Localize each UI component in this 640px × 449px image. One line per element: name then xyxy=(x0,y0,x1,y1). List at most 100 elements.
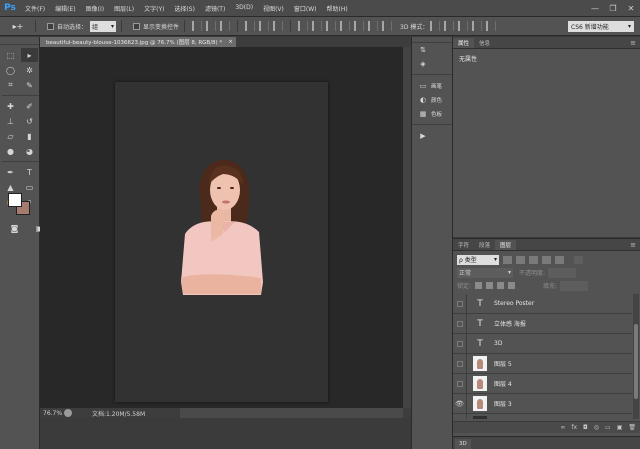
move-tool-preset[interactable]: ▸+ xyxy=(6,19,30,33)
info-icon[interactable] xyxy=(64,409,72,417)
visibility-toggle[interactable] xyxy=(453,313,467,334)
tab-3d[interactable]: 3D xyxy=(455,439,471,449)
tab-paragraph[interactable]: 段落 xyxy=(474,240,495,250)
filter-smart-object-icon[interactable] xyxy=(555,255,564,264)
menu-item[interactable]: 图层(L) xyxy=(109,4,139,13)
visibility-toggle[interactable] xyxy=(453,413,467,419)
horizontal-scrollbar[interactable] xyxy=(180,408,403,418)
crop-tool-icon[interactable]: ⌗ xyxy=(2,78,19,92)
visibility-toggle[interactable] xyxy=(453,333,467,354)
panel-grip[interactable] xyxy=(0,37,39,45)
path-select-icon[interactable]: ▲ xyxy=(2,180,19,194)
dock-item[interactable]: ▶ xyxy=(412,129,452,143)
filter-pixel-icon[interactable] xyxy=(503,255,512,264)
distribute-bottom-icon[interactable] xyxy=(326,21,337,31)
trash-icon[interactable]: 🗑 xyxy=(628,424,636,431)
layer-row[interactable]: T 3D xyxy=(453,333,632,354)
dock-item[interactable]: ⇅ xyxy=(412,43,452,57)
lock-pixels-icon[interactable] xyxy=(486,282,494,289)
document-canvas[interactable] xyxy=(115,82,328,402)
3d-slide-icon[interactable] xyxy=(472,21,483,31)
marquee-tool-icon[interactable]: ⬚ xyxy=(2,48,19,62)
close-icon[interactable]: ✕ xyxy=(626,3,636,13)
scroll-thumb[interactable] xyxy=(634,324,638,399)
close-icon[interactable]: × xyxy=(228,39,233,45)
visibility-toggle[interactable]: 👁 xyxy=(453,393,467,414)
zoom-level[interactable]: 76.7% xyxy=(40,410,64,417)
align-middle-icon[interactable] xyxy=(206,21,217,31)
filter-shape-icon[interactable] xyxy=(542,255,551,264)
adjustment-icon[interactable]: ◎ xyxy=(594,424,599,431)
lock-transparent-icon[interactable] xyxy=(475,282,483,289)
filter-toggle-icon[interactable] xyxy=(574,255,583,264)
type-tool-icon[interactable]: T xyxy=(21,165,38,179)
tab-layers[interactable]: 图层 xyxy=(495,240,517,250)
distribute-top-icon[interactable] xyxy=(298,21,309,31)
layer-row[interactable]: 👁 图层 3 xyxy=(453,393,632,414)
menu-item[interactable]: 滤镜(T) xyxy=(200,4,230,13)
layer-row[interactable]: T Stereo Poster xyxy=(453,294,632,314)
align-top-icon[interactable] xyxy=(192,21,203,31)
align-center-icon[interactable] xyxy=(259,21,270,31)
distribute-right-icon[interactable] xyxy=(368,21,379,31)
align-right-icon[interactable] xyxy=(273,21,284,31)
menu-item[interactable]: 视图(V) xyxy=(258,4,289,13)
3d-rotate-icon[interactable] xyxy=(430,21,441,31)
magic-wand-icon[interactable]: ✲ xyxy=(21,63,38,77)
visibility-toggle[interactable] xyxy=(453,373,467,394)
healing-brush-icon[interactable]: ✚ xyxy=(2,99,19,113)
menu-item[interactable]: 文字(Y) xyxy=(139,4,169,13)
3d-roll-icon[interactable] xyxy=(444,21,455,31)
lasso-tool-icon[interactable]: ◯ xyxy=(2,63,19,77)
eraser-tool-icon[interactable]: ▱ xyxy=(2,129,19,143)
panel-menu-icon[interactable]: ≡ xyxy=(630,241,636,249)
dock-item[interactable]: ◐ 颜色 xyxy=(412,93,452,107)
distribute-middle-icon[interactable] xyxy=(312,21,323,31)
gradient-tool-icon[interactable]: ▮ xyxy=(21,129,38,143)
brush-tool-icon[interactable]: ✐ xyxy=(21,99,38,113)
history-brush-icon[interactable]: ↺ xyxy=(21,114,38,128)
menu-item[interactable]: 帮助(H) xyxy=(322,4,353,13)
fx-icon[interactable]: fx xyxy=(571,424,577,431)
workspace-dropdown[interactable]: CS6 新增功能 ▾ xyxy=(568,21,634,32)
distribute-center-icon[interactable] xyxy=(354,21,365,31)
auto-align-icon[interactable] xyxy=(382,21,393,31)
align-left-icon[interactable] xyxy=(245,21,256,31)
restore-icon[interactable]: ❐ xyxy=(608,3,618,13)
eyedropper-icon[interactable]: ✎ xyxy=(21,78,38,92)
show-transform-checkbox[interactable] xyxy=(133,22,141,30)
distribute-left-icon[interactable] xyxy=(340,21,351,31)
mask-icon[interactable]: ◘ xyxy=(583,424,588,431)
visibility-toggle[interactable] xyxy=(453,353,467,374)
dodge-tool-icon[interactable]: ◕ xyxy=(21,144,38,158)
menu-item[interactable]: 窗口(W) xyxy=(289,4,322,13)
tab-info[interactable]: 信息 xyxy=(474,38,495,48)
lock-position-icon[interactable] xyxy=(497,282,505,289)
layers-scrollbar[interactable] xyxy=(633,294,639,419)
fill-input[interactable] xyxy=(560,280,589,291)
layer-row[interactable]: T 立体感 海报 xyxy=(453,313,632,334)
clone-stamp-icon[interactable]: ⊥ xyxy=(2,114,19,128)
lock-all-icon[interactable] xyxy=(508,282,516,289)
tab-character[interactable]: 字符 xyxy=(453,240,474,250)
dock-item[interactable]: ◈ xyxy=(412,57,452,71)
tab-properties[interactable]: 属性 xyxy=(453,38,475,48)
quick-mask-icon[interactable]: ◙ xyxy=(6,221,23,235)
layer-row[interactable]: 图层 2 xyxy=(453,413,632,419)
layer-row[interactable]: 图层 4 xyxy=(453,373,632,394)
menu-item[interactable]: 选择(S) xyxy=(169,4,200,13)
menu-item[interactable]: 编辑(E) xyxy=(50,4,80,13)
move-tool-icon[interactable]: ▸ xyxy=(21,48,38,62)
layer-filter-dropdown[interactable]: ρ 类型 ▾ xyxy=(457,254,499,265)
menu-item[interactable]: 文件(F) xyxy=(20,4,50,13)
panel-menu-icon[interactable]: ≡ xyxy=(630,39,636,47)
menu-item[interactable]: 3D(D) xyxy=(230,4,258,13)
vertical-scrollbar[interactable] xyxy=(403,47,411,439)
auto-select-dropdown[interactable]: 组 ▾ xyxy=(90,20,117,32)
menu-item[interactable]: 图像(I) xyxy=(81,4,109,13)
opacity-input[interactable] xyxy=(548,267,577,278)
filter-type-icon[interactable] xyxy=(529,255,538,264)
3d-pan-icon[interactable] xyxy=(458,21,469,31)
layer-row[interactable]: 图层 5 xyxy=(453,353,632,374)
align-bottom-icon[interactable] xyxy=(220,21,231,31)
